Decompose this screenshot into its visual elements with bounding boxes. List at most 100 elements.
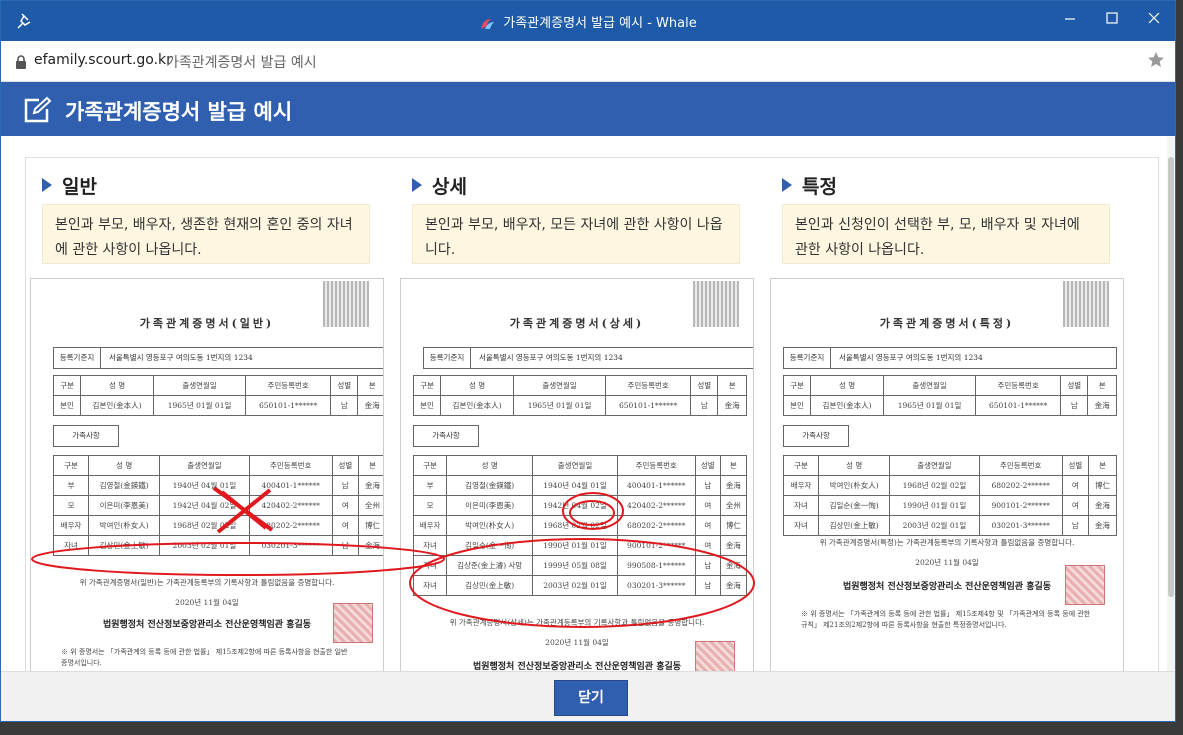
cell: 김일순(金一恂) bbox=[446, 535, 534, 556]
th-cell: 출생연월일 bbox=[513, 375, 607, 396]
url-host[interactable]: efamily.scourt.go.kr bbox=[34, 52, 172, 68]
cell: 1968년 02월 02일 bbox=[159, 515, 250, 536]
cell: 1999년 05월 08일 bbox=[532, 555, 618, 576]
cell: 여 bbox=[1061, 475, 1090, 496]
scrollbar-thumb[interactable] bbox=[1168, 157, 1174, 597]
close-window-icon[interactable] bbox=[1139, 5, 1169, 33]
th-cell: 성 명 bbox=[440, 375, 515, 396]
seal-stamp bbox=[333, 603, 373, 643]
th-cell: 성별 bbox=[694, 455, 721, 476]
cell: 자녀 bbox=[412, 575, 448, 596]
th-cell: 성 명 bbox=[818, 455, 891, 476]
section-heading: 특정 bbox=[782, 172, 837, 199]
th-cell: 구분 bbox=[412, 455, 448, 476]
basis-label: 등록기준지 bbox=[424, 348, 471, 368]
family-label: 가족사항 bbox=[783, 425, 849, 447]
th-cell: 주민등록번호 bbox=[248, 455, 333, 476]
lock-icon[interactable] bbox=[15, 55, 27, 69]
table-row: 배우자 박여인(朴女人) 1968년 02월 02일 680202-2****** 여 博… bbox=[52, 515, 383, 536]
cell: 박여인(朴女人) bbox=[88, 515, 161, 536]
cell: 남 bbox=[694, 555, 721, 576]
th-cell: 본 bbox=[1088, 455, 1117, 476]
minimize-icon[interactable] bbox=[1055, 5, 1085, 33]
th-cell: 성별 bbox=[690, 375, 719, 396]
doc-basis-row: 등록기준지 서울특별시 영등포구 여의도동 1번지의 1234 bbox=[423, 347, 753, 369]
cell: 金海 bbox=[357, 395, 383, 416]
bookmark-star-icon[interactable] bbox=[1147, 51, 1165, 69]
cell: 1965년 01월 01일 bbox=[153, 395, 247, 416]
cell: 2003년 02월 01일 bbox=[889, 515, 980, 536]
th-cell: 성별 bbox=[331, 455, 360, 476]
doc-title: 가족관계증명서(특정) bbox=[879, 317, 1015, 330]
table-header-row: 구분 성 명 출생연월일 주민등록번호 성별 본 bbox=[412, 455, 748, 476]
table-row: 배우자 박여인(朴女人) 1968년 02월 02일 680202-2****** 여 博… bbox=[782, 475, 1117, 496]
th-cell: 본 bbox=[358, 455, 383, 476]
th-cell: 성 명 bbox=[88, 455, 161, 476]
cell: 金海 bbox=[1087, 395, 1117, 416]
cell: 1940년 04월 01일 bbox=[532, 475, 618, 496]
cell: 650101-1****** bbox=[975, 395, 1062, 416]
th-cell: 주민등록번호 bbox=[975, 375, 1062, 396]
content-panel: 일반 본인과 부모, 배우자, 생존한 현재의 혼인 중의 자녀에 관한 사항이… bbox=[25, 157, 1159, 680]
cell: 1968년 02월 02일 bbox=[532, 515, 618, 536]
cell: 남 bbox=[330, 395, 359, 416]
table-row: 부 김영철(金鍈鐵) 1940년 04월 01일 400401-1****** 남 金海 bbox=[412, 475, 748, 496]
cell: 부 bbox=[412, 475, 448, 496]
maximize-icon[interactable] bbox=[1097, 5, 1127, 33]
cell: 자녀 bbox=[782, 515, 820, 536]
cell: 자녀 bbox=[412, 535, 448, 556]
th-cell: 주민등록번호 bbox=[978, 455, 1063, 476]
table-row: 모 이은미(李恩美) 1942년 04월 02일 420402-2****** 여 全州 bbox=[412, 495, 748, 516]
cell: 650101-1****** bbox=[245, 395, 332, 416]
table-row: 자녀 김상민(金上敏) 2003년 02월 01일 030201-3****** 남 金海 bbox=[52, 535, 383, 556]
scrollbar[interactable] bbox=[1167, 137, 1175, 671]
table-row: 본인 김본인(金本人) 1965년 01월 01일 650101-1****** 남 金海 bbox=[782, 395, 1117, 416]
url-page-title: 가족관계증명서 발급 예시 bbox=[166, 55, 317, 71]
close-button[interactable]: 닫기 bbox=[554, 680, 628, 716]
section-description: 본인과 부모, 배우자, 생존한 현재의 혼인 중의 자녀에 관한 사항이 나옵… bbox=[42, 204, 370, 264]
title-bar: 가족관계증명서 발급 예시 - Whale bbox=[1, 1, 1175, 41]
cell: 박여인(朴女人) bbox=[446, 515, 534, 536]
window-title: 가족관계증명서 발급 예시 - Whale bbox=[503, 16, 697, 31]
cell: 여 bbox=[1061, 495, 1090, 516]
basis-label: 등록기준지 bbox=[784, 348, 831, 368]
section-heading-text: 상세 bbox=[432, 176, 467, 198]
cell: 자녀 bbox=[412, 555, 448, 576]
cell: 400401-1****** bbox=[248, 475, 333, 496]
doc-footnote: ※ 위 증명서는 「가족관계의 등록 등에 관한 법률」 제15조제2항에 따른… bbox=[61, 648, 348, 667]
th-cell: 주민등록번호 bbox=[616, 455, 696, 476]
family-label: 가족사항 bbox=[53, 425, 119, 447]
cell: 博仁 bbox=[719, 515, 748, 536]
cell: 金海 bbox=[717, 395, 747, 416]
cell: 배우자 bbox=[52, 515, 90, 536]
cell: 김상준(金上濬) 사망 bbox=[446, 555, 534, 576]
section-description: 본인과 부모, 배우자, 모든 자녀에 관한 사항이 나옵니다. bbox=[412, 204, 740, 264]
table-header-row: 구분 성 명 출생연월일 주민등록번호 성별 본 bbox=[782, 455, 1117, 476]
cell: 김영철(金鍈鐵) bbox=[446, 475, 534, 496]
doc-note: 위 가족관계증명서(상세)는 가족관계등록부의 기록사항과 틀림없음을 증명합니… bbox=[449, 618, 705, 627]
triangle-icon bbox=[412, 178, 422, 192]
cell: 680202-2****** bbox=[248, 515, 333, 536]
table-row: 자녀 김일순(金一恂) 1990년 01월 01일 900101-2****** 여 金海 bbox=[412, 535, 748, 556]
seal-stamp bbox=[1065, 565, 1105, 605]
cell: 900101-2****** bbox=[616, 535, 696, 556]
cell: 金海 bbox=[719, 475, 748, 496]
cell: 남 bbox=[331, 535, 360, 556]
cell: 여 bbox=[331, 515, 360, 536]
window-title-area: 가족관계증명서 발급 예시 - Whale bbox=[1, 12, 1175, 31]
cell: 여 bbox=[694, 495, 721, 516]
table-row: 본인 김본인(金本人) 1965년 01월 01일 650101-1****** 남 金海 bbox=[412, 395, 747, 416]
cell: 여 bbox=[331, 495, 360, 516]
cell: 420402-2****** bbox=[248, 495, 333, 516]
family-table: 구분 성 명 출생연월일 주민등록번호 성별 본 부 김영철(金鍈鐵) 1940년 04월 0… bbox=[52, 455, 383, 556]
section-heading: 일반 bbox=[42, 172, 97, 199]
doc-basis-row: 등록기준지 서울특별시 영등포구 여의도동 1번지의 1234 bbox=[53, 347, 383, 369]
th-cell: 성별 bbox=[1060, 375, 1089, 396]
address-bar[interactable]: efamily.scourt.go.kr 가족관계증명서 발급 예시 bbox=[1, 41, 1175, 82]
cell: 1965년 01월 01일 bbox=[513, 395, 607, 416]
table-row: 자녀 김상민(金上敏) 2003년 02월 01일 030201-3****** 남 金海 bbox=[782, 515, 1117, 536]
cell: 030201-3****** bbox=[616, 575, 696, 596]
family-table: 구분 성 명 출생연월일 주민등록번호 성별 본 부 김영철(金鍈鐵) 1940년 04월 0… bbox=[412, 455, 748, 596]
table-header-row: 구분 성 명 출생연월일 주민등록번호 성별 본 bbox=[52, 375, 383, 396]
cell: 김본인(金本人) bbox=[810, 395, 885, 416]
